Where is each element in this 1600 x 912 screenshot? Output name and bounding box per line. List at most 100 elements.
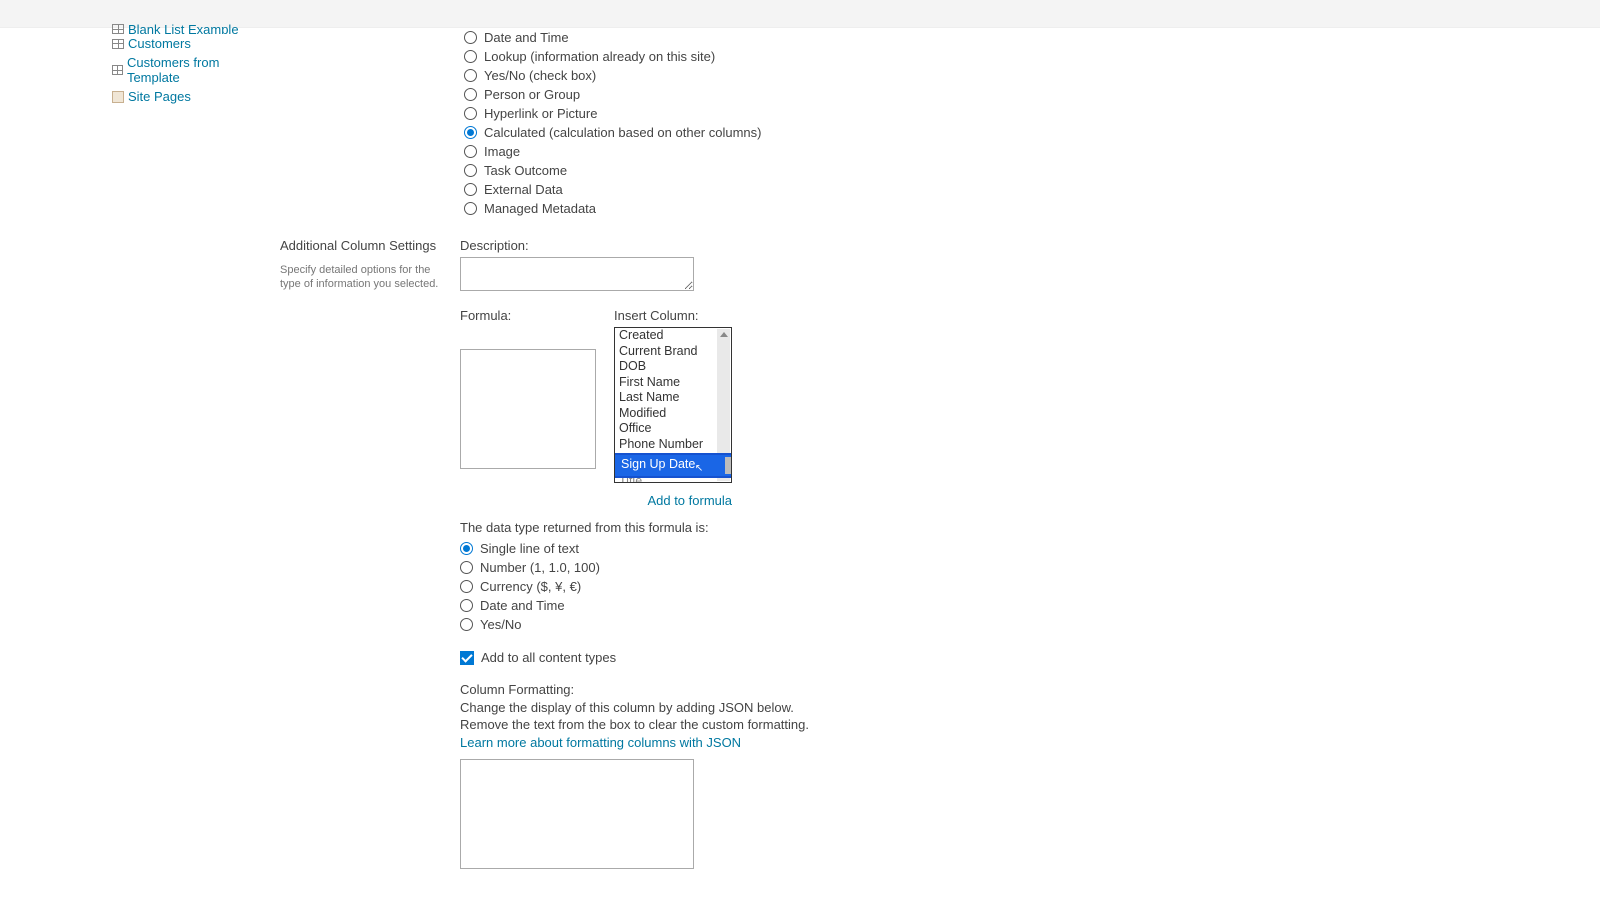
description-label: Description: [460,238,1140,253]
return-type-option[interactable]: Single line of text [460,539,1140,558]
listbox-item-selected[interactable]: Sign Up Date ↖ [615,453,731,478]
sidebar-item-customers[interactable]: Customers [112,34,260,53]
sidebar-item-truncated[interactable]: Blank List Example [112,24,260,34]
add-all-content-types-row: Add to all content types [460,648,1140,667]
listbox-item[interactable]: Current Brand [615,344,731,360]
learn-more-link[interactable]: Learn more about formatting columns with… [460,735,741,750]
radio-label: Date and Time [480,597,565,614]
radio-icon[interactable] [460,618,473,631]
radio-label: Person or Group [484,86,580,103]
radio-label: Lookup (information already on this site… [484,48,715,65]
listbox-inner: Created Current Brand DOB First Name Las… [615,328,731,483]
radio-icon[interactable] [464,69,477,82]
radio-icon[interactable] [464,145,477,158]
main-content: Date and Time Lookup (information alread… [280,28,1180,912]
list-icon [112,24,124,34]
radio-icon[interactable] [460,599,473,612]
listbox-item[interactable]: First Name [615,375,731,391]
page-icon [112,91,124,103]
radio-label: Currency ($, ¥, €) [480,578,581,595]
list-icon [112,65,123,75]
additional-settings-desc: Specify detailed options for the type of… [280,263,440,292]
return-type-block: The data type returned from this formula… [460,520,1140,634]
radio-icon[interactable] [464,31,477,44]
formula-label: Formula: [460,308,596,323]
sidebar-item-label: Blank List Example [128,24,239,34]
column-type-option[interactable]: Yes/No (check box) [464,66,1140,85]
radio-label: Calculated (calculation based on other c… [484,124,762,141]
radio-label: Managed Metadata [484,200,596,217]
column-formatting-title: Column Formatting: [460,681,1140,699]
column-type-option[interactable]: Managed Metadata [464,199,1140,218]
left-nav: Blank List Example Customers Customers f… [0,28,280,912]
return-type-option[interactable]: Date and Time [460,596,1140,615]
return-type-option[interactable]: Number (1, 1.0, 100) [460,558,1140,577]
radio-icon[interactable] [464,126,477,139]
column-type-option[interactable]: Image [464,142,1140,161]
listbox-item[interactable]: DOB [615,359,731,375]
radio-label: Number (1, 1.0, 100) [480,559,600,576]
sidebar-item-customers-template[interactable]: Customers from Template [112,53,260,87]
return-type-option[interactable]: Currency ($, ¥, €) [460,577,1140,596]
listbox-item[interactable]: Office [615,421,731,437]
add-all-content-types[interactable]: Add to all content types [460,648,1140,667]
radio-label: Single line of text [480,540,579,557]
column-type-group: Date and Time Lookup (information alread… [280,28,1140,218]
insert-column-listbox[interactable]: Created Current Brand DOB First Name Las… [614,327,732,483]
radio-label: Date and Time [484,29,569,46]
column-type-option[interactable]: External Data [464,180,1140,199]
radio-icon[interactable] [464,107,477,120]
return-type-label: The data type returned from this formula… [460,520,1140,535]
sidebar-item-label: Customers [128,36,191,51]
listbox-item[interactable]: Modified [615,406,731,422]
radio-icon[interactable] [464,164,477,177]
listbox-item[interactable]: Created [615,328,731,344]
section-right: Description: Formula: Insert Column: [460,238,1140,872]
column-type-option-calculated[interactable]: Calculated (calculation based on other c… [464,123,1140,142]
radio-icon[interactable] [460,580,473,593]
listbox-item[interactable]: Phone Number [615,437,731,453]
formula-input[interactable] [460,349,596,469]
sidebar-item-label: Site Pages [128,89,191,104]
radio-label: Hyperlink or Picture [484,105,597,122]
json-formatting-input[interactable] [460,759,694,869]
column-type-option[interactable]: Person or Group [464,85,1140,104]
radio-label: External Data [484,181,563,198]
radio-icon[interactable] [460,542,473,555]
column-formatting-line2: Remove the text from the box to clear th… [460,716,1140,734]
listbox-item[interactable]: Last Name [615,390,731,406]
additional-settings-title: Additional Column Settings [280,238,440,253]
radio-label: Yes/No (check box) [484,67,596,84]
radio-label: Yes/No [480,616,521,633]
column-formatting-block: Column Formatting: Change the display of… [460,681,1140,872]
description-input[interactable] [460,257,694,291]
checkbox-icon[interactable] [460,651,474,665]
radio-label: Task Outcome [484,162,567,179]
page-body: Blank List Example Customers Customers f… [0,28,1600,912]
selected-text: Sign Up Date [621,457,695,473]
additional-settings-section: Additional Column Settings Specify detai… [280,238,1140,872]
radio-icon[interactable] [464,88,477,101]
column-type-option[interactable]: Date and Time [464,28,1140,47]
column-formatting-line1: Change the display of this column by add… [460,699,1140,717]
column-type-option[interactable]: Hyperlink or Picture [464,104,1140,123]
column-type-option[interactable]: Task Outcome [464,161,1140,180]
sidebar-item-site-pages[interactable]: Site Pages [112,87,260,106]
section-left: Additional Column Settings Specify detai… [280,238,460,292]
checkbox-label: Add to all content types [481,649,616,666]
return-type-option[interactable]: Yes/No [460,615,1140,634]
insert-column-wrap: Created Current Brand DOB First Name Las… [614,327,732,508]
radio-icon[interactable] [464,202,477,215]
sidebar-item-label: Customers from Template [127,55,260,85]
list-icon [112,39,124,49]
radio-icon[interactable] [464,50,477,63]
radio-label: Image [484,143,520,160]
radio-icon[interactable] [464,183,477,196]
insert-column-label: Insert Column: [614,308,732,323]
formula-row: Formula: Insert Column: Created Current … [460,308,1140,508]
column-type-option[interactable]: Lookup (information already on this site… [464,47,1140,66]
radio-icon[interactable] [460,561,473,574]
insert-column-col: Insert Column: Created Current Brand DOB… [614,308,732,508]
cursor-icon: ↖ [695,461,703,477]
add-to-formula-link[interactable]: Add to formula [614,493,732,508]
